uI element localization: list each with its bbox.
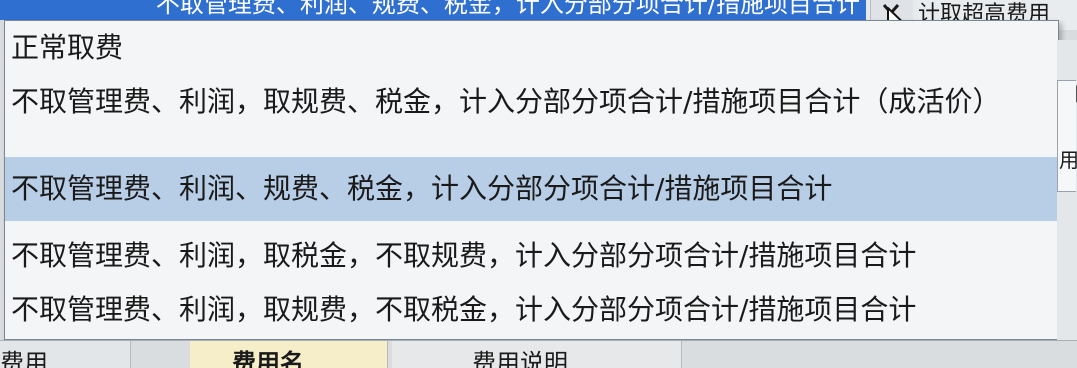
dropdown-option-fee-only[interactable]: 不取管理费、利润，取规费，不取税金，计入分部分项合计/措施项目合计 xyxy=(5,283,1058,337)
dropdown-option-normal[interactable]: 正常取费 xyxy=(5,21,1058,75)
dropdown-option-tax-only[interactable]: 不取管理费、利润，取税金，不取规费，计入分部分项合计/措施项目合计 xyxy=(5,229,1058,283)
dropdown-option-labor-price[interactable]: 不取管理费、利润，取规费、税金，计入分部分项合计/措施项目合计（成活价） xyxy=(5,75,1058,129)
bottom-tab-1[interactable]: 费用 xyxy=(0,341,131,368)
cell-fragment: 用 xyxy=(1059,148,1077,172)
combo-selected-text[interactable]: 不取管理费、利润、规费、税金，计入分部分项合计/措施项目合计 xyxy=(0,0,866,20)
bottom-tab-bar: 费用 费用名 费用说明 xyxy=(0,340,1077,368)
cell-border xyxy=(1057,80,1076,192)
dropdown-list: 正常取费 不取管理费、利润，取规费、税金，计入分部分项合计/措施项目合计（成活价… xyxy=(4,20,1059,340)
dropdown-option-highlighted[interactable]: 不取管理费、利润、规费、税金，计入分部分项合计/措施项目合计 xyxy=(5,157,1058,221)
bottom-tab-fee-description[interactable]: 费用说明 xyxy=(392,341,682,368)
bottom-tab-fee-name[interactable]: 费用名 xyxy=(190,341,388,368)
background-panel-edge: 用 用 xyxy=(1057,40,1077,340)
